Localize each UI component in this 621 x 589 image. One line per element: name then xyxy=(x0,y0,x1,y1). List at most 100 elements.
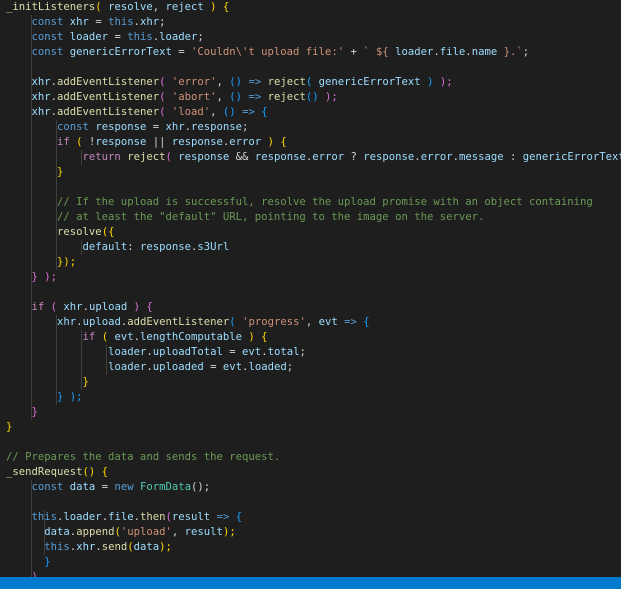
code-token: response xyxy=(254,151,306,163)
code-line[interactable]: } xyxy=(6,405,38,420)
code-line[interactable]: if ( evt.lengthComputable ) { xyxy=(6,330,268,345)
code-token: if xyxy=(57,136,70,148)
code-token: const xyxy=(31,46,64,58)
code-line[interactable]: data.append('upload', result); xyxy=(6,525,236,540)
code-token: file xyxy=(439,46,466,58)
code-token: upload xyxy=(88,301,128,313)
code-token: ) { xyxy=(203,1,230,13)
code-line[interactable]: const response = xhr.response; xyxy=(6,120,248,135)
code-token: lengthComputable xyxy=(139,331,243,343)
code-token: response xyxy=(191,121,243,133)
code-token: } xyxy=(82,376,89,388)
code-line[interactable]: xhr.addEventListener( 'load', () => { xyxy=(6,105,268,120)
code-line[interactable]: xhr.addEventListener( 'error', () => rej… xyxy=(6,75,453,90)
code-token: ) { xyxy=(242,331,268,343)
code-token: uploaded xyxy=(152,361,204,373)
code-line[interactable]: ) xyxy=(6,570,38,577)
code-line[interactable]: } ); xyxy=(6,390,83,405)
code-token: FormData xyxy=(139,481,192,493)
code-line[interactable]: } xyxy=(6,375,89,390)
code-line[interactable]: return reject( response && response.erro… xyxy=(6,150,621,165)
code-line[interactable]: // If the upload is successful, resolve … xyxy=(6,195,593,210)
code-editor[interactable]: _initListeners( resolve, reject ) { cons… xyxy=(0,0,621,577)
code-token: => xyxy=(242,91,268,103)
code-token: ( xyxy=(69,136,89,148)
code-token: (); xyxy=(191,481,211,493)
code-line[interactable]: if ( xhr.upload ) { xyxy=(6,300,153,315)
code-token: : xyxy=(127,241,140,253)
code-line[interactable]: } xyxy=(6,165,63,180)
code-token: const xyxy=(31,481,64,493)
code-token: ( xyxy=(305,76,319,88)
code-token: evt xyxy=(318,316,338,328)
code-line[interactable]: const data = new FormData(); xyxy=(6,480,211,495)
code-token: ( xyxy=(229,316,243,328)
code-token: this xyxy=(108,16,134,28)
code-token: () xyxy=(222,106,236,118)
code-line[interactable]: }); xyxy=(6,255,76,270)
code-token: ; xyxy=(242,121,249,133)
code-token: const xyxy=(57,121,89,133)
code-token: } xyxy=(57,166,64,178)
code-token: loader xyxy=(395,46,434,58)
code-line[interactable]: // Prepares the data and sends the reque… xyxy=(6,450,280,465)
code-line[interactable]: default: response.s3Url xyxy=(6,240,230,255)
code-line[interactable]: xhr.addEventListener( 'abort', () => rej… xyxy=(6,90,338,105)
code-token: } ); xyxy=(31,271,58,283)
code-line[interactable]: this.loader.file.then(result => { xyxy=(6,510,243,525)
code-token: error xyxy=(312,151,345,163)
code-line[interactable]: const genericErrorText = 'Couldn\'t uplo… xyxy=(6,45,530,60)
code-token: => xyxy=(235,106,262,118)
code-token: ; xyxy=(286,361,294,373)
code-token: { xyxy=(235,511,243,523)
code-token: evt xyxy=(222,361,243,373)
code-token: xhr xyxy=(31,91,51,103)
code-line[interactable]: this.xhr.send(data); xyxy=(6,540,172,555)
code-token: ? xyxy=(344,151,364,163)
code-token: append xyxy=(76,526,115,538)
code-token: , xyxy=(152,1,166,13)
code-token: const xyxy=(31,31,64,43)
code-line[interactable]: xhr.upload.addEventListener( 'progress',… xyxy=(6,315,370,330)
code-line[interactable]: loader.uploadTotal = evt.total; xyxy=(6,345,306,360)
code-token: if xyxy=(31,301,45,313)
code-token: addEventListener xyxy=(127,316,230,328)
code-line[interactable]: } xyxy=(6,555,51,570)
code-token: ); xyxy=(222,526,236,538)
code-token: const xyxy=(31,16,64,28)
code-line[interactable]: loader.uploaded = evt.loaded; xyxy=(6,360,293,375)
code-token: total xyxy=(267,346,300,358)
code-line[interactable]: // at least the "default" URL, pointing … xyxy=(6,210,484,225)
code-token: } xyxy=(44,556,51,568)
code-token: 'Couldn\'t upload file:' xyxy=(191,46,345,58)
code-line[interactable]: const xhr = this.xhr; xyxy=(6,15,166,30)
status-bar xyxy=(0,577,621,589)
code-line[interactable]: if ( !response || response.error ) { xyxy=(6,135,287,150)
code-token: new xyxy=(114,481,134,493)
code-token: 'load' xyxy=(171,106,211,118)
code-line[interactable]: _sendRequest() { xyxy=(6,465,108,480)
code-line[interactable]: _initListeners( resolve, reject ) { xyxy=(6,0,229,15)
code-line[interactable]: } xyxy=(6,420,12,435)
code-token: ); xyxy=(318,91,338,103)
code-token: message xyxy=(458,151,504,163)
code-token: , xyxy=(210,106,223,118)
code-token: _initListeners xyxy=(6,1,96,13)
code-token: xhr xyxy=(165,121,185,133)
code-line[interactable]: const loader = this.loader; xyxy=(6,30,204,45)
code-line[interactable]: resolve({ xyxy=(6,225,114,240)
code-line[interactable]: } ); xyxy=(6,270,58,285)
code-token: }); xyxy=(57,256,77,268)
code-token: 'upload' xyxy=(120,526,172,538)
code-token: loader xyxy=(108,361,147,373)
